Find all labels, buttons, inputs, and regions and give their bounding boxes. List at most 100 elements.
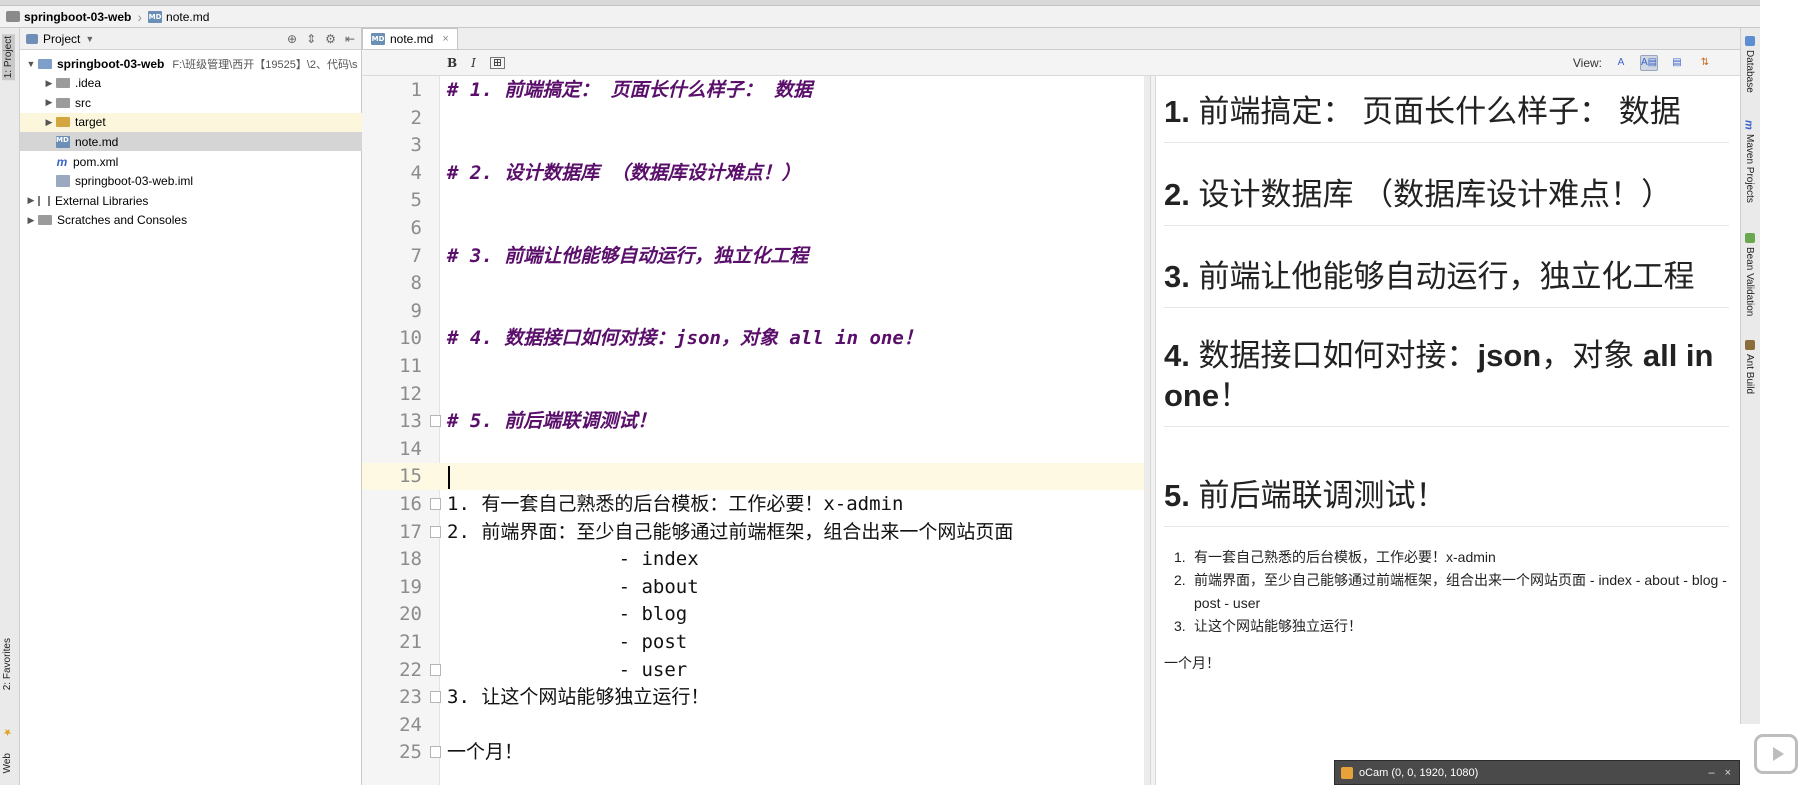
line-number: 20 [399,603,422,626]
editor-line[interactable]: 21 - post [362,629,1149,656]
line-number: 12 [399,382,422,405]
tree-item[interactable]: ▶ Scratches and Consoles [20,211,362,230]
preview-paragraph: 一个月！ [1164,655,1220,671]
chevron-icon[interactable]: ▶ [24,215,38,226]
chevron-icon[interactable]: ▶ [24,195,38,206]
editor-line[interactable]: 9 [362,298,1149,325]
editor-line[interactable]: 2 [362,105,1149,132]
tool-tab-database[interactable]: Database [1744,36,1755,93]
table-icon[interactable]: ⊞ [489,56,506,69]
line-text: # 3. 前端让他能够自动运行，独立化工程 [447,244,809,267]
tree-item-label: pom.xml [73,154,119,169]
tree-item[interactable]: m pom.xml [20,152,362,171]
chevron-icon[interactable]: ▶ [42,78,56,89]
tree-item[interactable]: springboot-03-web.iml [20,172,362,191]
line-number: 10 [399,327,422,350]
chevron-icon[interactable]: ▶ [42,117,56,128]
editor-line[interactable]: 18 - index [362,546,1149,573]
close-icon[interactable]: × [1725,767,1731,779]
project-view-selector[interactable]: Project ▼ [26,32,94,46]
chevron-icon[interactable]: ▶ [42,97,56,108]
editor-line[interactable]: 11 [362,353,1149,380]
project-icon [26,33,38,44]
list-number: 2. [1174,572,1186,588]
editor-line[interactable]: 25 一个月！ [362,739,1149,766]
italic-button[interactable]: I [471,56,476,70]
heading-text: 数据接口如何对接： [1198,338,1478,373]
minimize-icon[interactable]: – [1708,767,1714,779]
markdown-file-icon: MD [371,33,385,45]
ocam-recorder-bar[interactable]: oCam (0, 0, 1920, 1080) – × [1334,760,1740,785]
editor-tab-bar: MD note.md × [362,28,1740,50]
breadcrumb-project[interactable]: springboot-03-web [6,10,131,24]
editor-line[interactable]: 8 [362,270,1149,297]
editor-line[interactable]: 20 - blog [362,601,1149,628]
scroll-from-source-icon[interactable]: ⊕ [287,32,297,46]
gear-icon[interactable]: ⚙ [325,32,336,46]
folder-icon [56,117,70,128]
line-text: # 2. 设计数据库 （数据库设计难点！） [447,161,801,184]
editor-line[interactable]: 14 [362,436,1149,463]
editor-line[interactable]: 1 # 1. 前端搞定： 页面长什么样子： 数据 [362,77,1149,104]
tree-item-label: springboot-03-web.iml [75,174,194,189]
chevron-icon[interactable]: ▼ [24,59,38,69]
editor-line[interactable]: 5 [362,187,1149,214]
tree-item-label: Scratches and Consoles [57,213,188,228]
line-number: 24 [399,713,422,736]
editor-line[interactable]: 7 # 3. 前端让他能够自动运行，独立化工程 [362,243,1149,270]
fold-marker-icon[interactable] [430,663,441,676]
line-number: 7 [410,244,422,267]
tree-item[interactable]: ▶ External Libraries [20,191,362,210]
tool-tab-favorites[interactable]: 2: Favorites [2,638,13,690]
editor-line[interactable]: 19 - about [362,574,1149,601]
module-folder-icon [38,58,52,69]
hide-panel-icon[interactable]: ⇤ [345,32,355,46]
tree-item[interactable]: MD note.md [20,132,362,152]
dropdown-arrow-icon: ▼ [85,33,95,44]
tool-tab-bean-validation[interactable]: Bean Validation [1744,233,1755,316]
fold-marker-icon[interactable] [430,525,441,538]
heading-bold-text: json [1477,338,1542,373]
editor-line[interactable]: 15 [362,463,1149,491]
editor-line[interactable]: 23 3. 让这个网站能够独立运行！ [362,684,1149,711]
collapse-all-icon[interactable]: ⇕ [306,32,316,46]
markdown-editor[interactable]: 1 # 1. 前端搞定： 页面长什么样子： 数据 2 3 4 # 2. 设计数据库 （数据… [362,76,1149,785]
editor-line[interactable]: 3 [362,132,1149,159]
tree-item[interactable]: ▶ .idea [20,74,362,93]
line-number: 8 [410,272,422,295]
editor-line[interactable]: 17 2. 前端界面：至少自己能够通过前端框架，组合出来一个网站页面 [362,519,1149,546]
line-text: 2. 前端界面：至少自己能够通过前端框架，组合出来一个网站页面 [447,520,1014,543]
editor-line[interactable]: 22 - user [362,657,1149,684]
editor-line[interactable]: 12 [362,381,1149,408]
tool-tab-ant-build[interactable]: Ant Build [1744,340,1755,394]
line-number: 3 [410,134,422,157]
tool-tab-project[interactable]: 1: Project [2,34,15,81]
editor-line[interactable]: 16 1. 有一套自己熟悉的后台模板：工作必要！x-admin [362,491,1149,518]
editor-line[interactable]: 4 # 2. 设计数据库 （数据库设计难点！） [362,160,1149,187]
editor-only-view-icon[interactable]: A [1612,55,1630,71]
close-icon[interactable]: × [442,33,448,45]
editor-line[interactable]: 24 [362,712,1149,739]
markdown-file-icon: MD [56,135,70,148]
tree-item[interactable]: ▶ target [20,112,362,132]
line-text: # 4. 数据接口如何对接：json，对象 all in one！ [447,327,923,350]
bold-button[interactable]: B [447,56,457,70]
fold-marker-icon[interactable] [430,498,441,510]
line-number: 25 [399,741,422,764]
editor-line[interactable]: 10 # 4. 数据接口如何对接：json，对象 all in one！ [362,325,1149,352]
project-panel-header: Project ▼ ⊕ ⇕ ⚙ ⇤ [20,28,361,50]
fold-marker-icon[interactable] [430,746,441,759]
preview-only-view-icon[interactable]: ▤ [1668,55,1686,71]
editor-line[interactable]: 6 [362,215,1149,242]
split-view-icon[interactable]: A▤ [1640,54,1658,71]
tool-tab-web[interactable]: Web [2,753,13,773]
layout-toggle-icon[interactable]: ⇅ [1696,55,1714,71]
tool-tab-maven-projects[interactable]: m Maven Projects [1743,120,1756,203]
breadcrumb-file[interactable]: MD note.md [148,10,209,24]
fold-marker-icon[interactable] [430,691,441,704]
tree-item[interactable]: ▼ springboot-03-web F:\班级管理\西开【19525】\2、代码… [20,54,362,73]
fold-marker-icon[interactable] [430,415,441,428]
editor-line[interactable]: 13 # 5. 前后端联调测试！ [362,408,1149,435]
tab-note-md[interactable]: MD note.md × [362,28,458,49]
tree-item[interactable]: ▶ src [20,93,362,112]
